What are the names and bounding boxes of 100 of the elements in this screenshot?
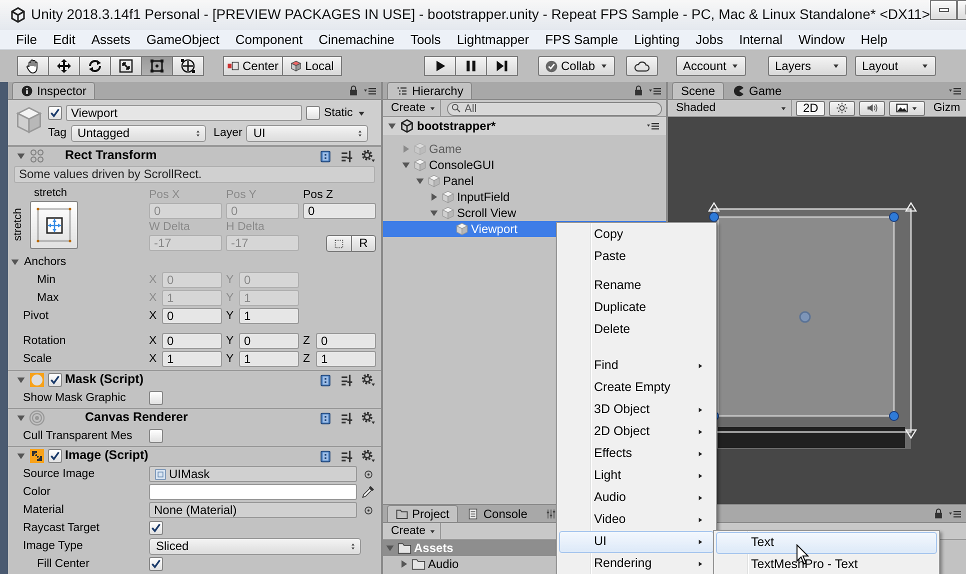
menu-item[interactable]: Light: [559, 465, 714, 487]
menu-item[interactable]: Create Empty: [559, 377, 714, 399]
create-dropdown[interactable]: Create: [387, 523, 441, 539]
anchor-preset-button[interactable]: [30, 200, 78, 249]
expanded-arrow-icon[interactable]: [16, 451, 26, 461]
rect-gizmo-drawing[interactable]: [708, 202, 918, 449]
tool-button[interactable]: [17, 56, 49, 76]
step-button[interactable]: [486, 56, 518, 76]
lighting-toggle-button[interactable]: [829, 100, 856, 116]
help-book-icon[interactable]: [319, 374, 332, 386]
lock-icon[interactable]: [348, 84, 359, 96]
panel-tab[interactable]: Game: [724, 82, 791, 99]
number-field[interactable]: 0: [162, 308, 222, 324]
active-checkbox[interactable]: [48, 106, 62, 120]
hierarchy-tab[interactable]: Hierarchy: [387, 82, 472, 99]
number-field[interactable]: 0: [239, 333, 299, 349]
menu-item[interactable]: Find: [559, 355, 714, 377]
create-dropdown[interactable]: Create: [387, 100, 441, 116]
menu-item[interactable]: UI: [559, 531, 714, 553]
lock-icon[interactable]: [933, 508, 944, 518]
expanded-arrow-icon[interactable]: [401, 160, 411, 170]
hierarchy-item[interactable]: Game: [383, 141, 666, 157]
menu-item[interactable]: Delete: [559, 319, 714, 341]
menu-item[interactable]: File: [8, 30, 45, 49]
menu-item[interactable]: FPS Sample: [537, 30, 626, 49]
presets-icon[interactable]: [340, 374, 353, 386]
raw-edit-button[interactable]: R: [351, 235, 376, 252]
menu-item[interactable]: GameObject: [138, 30, 228, 49]
number-field[interactable]: 1: [162, 351, 222, 367]
hierarchy-item[interactable]: InputField: [383, 189, 666, 205]
menu-item[interactable]: TextMeshPro - Text: [716, 554, 937, 574]
layer-dropdown[interactable]: UI: [246, 125, 368, 142]
expanded-arrow-icon[interactable]: [16, 413, 26, 423]
menu-item[interactable]: Rendering: [559, 553, 714, 574]
menu-item[interactable]: Component: [227, 30, 311, 49]
color-field[interactable]: [149, 484, 357, 500]
expanded-arrow-icon[interactable]: [429, 208, 439, 218]
menu-item[interactable]: Window: [790, 30, 853, 49]
menu-item[interactable]: Duplicate: [559, 297, 714, 319]
hierarchy-item[interactable]: ConsoleGUI: [383, 157, 666, 173]
menu-item[interactable]: Help: [852, 30, 896, 49]
menu-item[interactable]: 3D Object: [559, 399, 714, 421]
presets-icon[interactable]: [340, 450, 353, 462]
static-checkbox[interactable]: [306, 106, 320, 120]
expanded-arrow-icon[interactable]: [16, 151, 26, 161]
toggle-2d-button[interactable]: 2D: [796, 100, 826, 116]
pivot-mode-button[interactable]: Center: [223, 56, 283, 76]
object-picker-icon[interactable]: [363, 468, 374, 480]
dropdown-button[interactable]: Layout: [855, 56, 936, 76]
minimize-button[interactable]: [930, 0, 958, 20]
dropdown-button[interactable]: Collab: [538, 56, 615, 76]
pause-button[interactable]: [455, 56, 487, 76]
collapsed-arrow-icon[interactable]: [429, 192, 439, 202]
tool-button[interactable]: [172, 56, 204, 76]
component-checkbox[interactable]: [48, 373, 62, 387]
lock-icon[interactable]: [633, 84, 644, 96]
pivot-rotation-button[interactable]: Local: [282, 56, 342, 76]
audio-toggle-button[interactable]: [859, 100, 886, 116]
object-field[interactable]: None (Material): [149, 502, 357, 518]
hierarchy-item[interactable]: Scroll View: [383, 205, 666, 221]
gizmos-dropdown[interactable]: Gizm: [933, 100, 960, 116]
object-picker-icon[interactable]: [363, 504, 374, 516]
settings-icon[interactable]: [361, 411, 375, 425]
tool-button[interactable]: [79, 56, 111, 76]
menu-item[interactable]: Internal: [731, 30, 790, 49]
tool-button[interactable]: [48, 56, 80, 76]
panel-tab[interactable]: Project: [387, 505, 458, 522]
collapsed-arrow-icon[interactable]: [399, 559, 409, 569]
search-field[interactable]: All: [446, 102, 662, 116]
menu-icon[interactable]: [646, 120, 660, 132]
settings-icon[interactable]: [361, 373, 375, 387]
number-field[interactable]: 1: [239, 308, 299, 324]
effects-dropdown[interactable]: [889, 100, 926, 116]
eyedropper-icon[interactable]: [361, 485, 375, 499]
help-book-icon[interactable]: [319, 150, 332, 162]
name-field[interactable]: Viewport: [66, 105, 302, 121]
menu-item[interactable]: Paste: [559, 246, 714, 268]
checkbox[interactable]: [149, 429, 163, 443]
menu-item[interactable]: Lighting: [626, 30, 688, 49]
number-field[interactable]: 1: [239, 351, 299, 367]
blueprint-mode-button[interactable]: [326, 235, 352, 252]
help-book-icon[interactable]: [319, 450, 332, 462]
shading-dropdown[interactable]: Shaded: [672, 100, 792, 116]
help-book-icon[interactable]: [319, 412, 332, 424]
object-field[interactable]: UIMask: [149, 466, 357, 482]
presets-icon[interactable]: [340, 150, 353, 162]
tool-button[interactable]: [141, 56, 173, 76]
image-type-dropdown[interactable]: Sliced: [149, 538, 361, 554]
play-button[interactable]: [424, 56, 456, 76]
number-field[interactable]: 0: [162, 333, 222, 349]
menu-item[interactable]: Text: [716, 532, 937, 554]
menu-item[interactable]: Video: [559, 509, 714, 531]
component-checkbox[interactable]: [48, 449, 62, 463]
tag-dropdown[interactable]: Untagged: [70, 125, 206, 142]
expanded-arrow-icon[interactable]: [387, 121, 397, 131]
expanded-arrow-icon[interactable]: [16, 375, 26, 385]
menu-item[interactable]: Audio: [559, 487, 714, 509]
dropdown-button[interactable]: Account: [676, 56, 746, 76]
menu-item[interactable]: Cinemachine: [310, 30, 402, 49]
expanded-arrow-icon[interactable]: [10, 257, 20, 267]
